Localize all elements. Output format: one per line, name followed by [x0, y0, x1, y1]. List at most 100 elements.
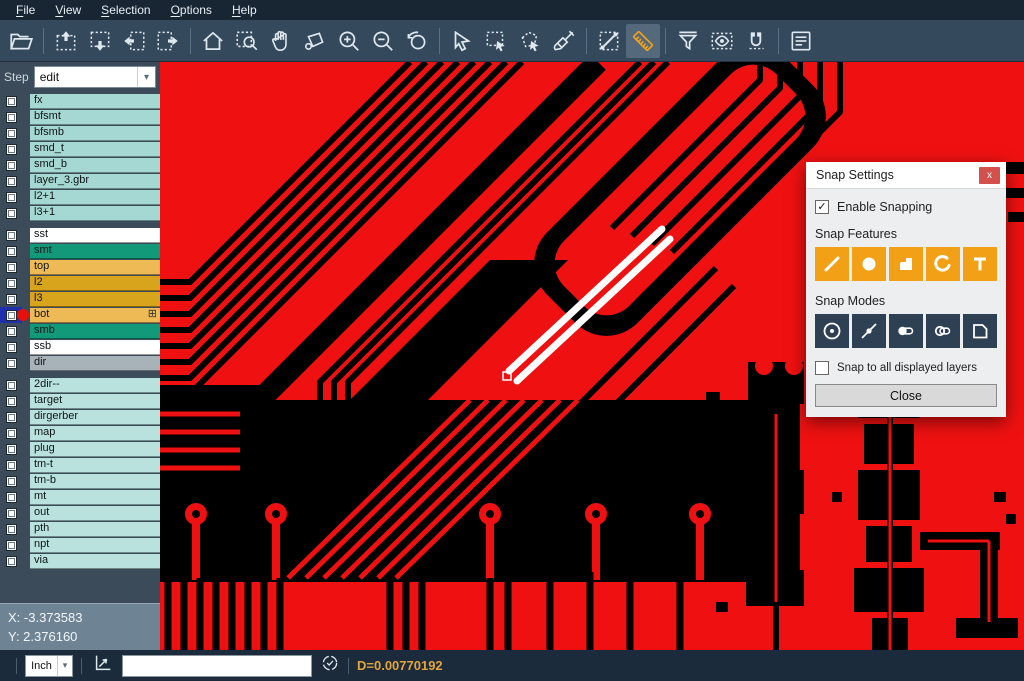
step-select[interactable]: edit ▾ — [34, 66, 156, 88]
layer-visibility-checkbox[interactable] — [0, 93, 22, 109]
layer-visibility-checkbox[interactable] — [0, 109, 22, 125]
snap-text-button[interactable] — [963, 247, 997, 281]
pan-down-button[interactable] — [83, 24, 117, 58]
zoom-in-button[interactable] — [332, 24, 366, 58]
layer-row-sst[interactable]: sst — [0, 227, 160, 243]
enable-snapping-checkbox[interactable]: ✓ — [815, 200, 829, 214]
zoom-polygon-button[interactable] — [298, 24, 332, 58]
layer-row-l3+1[interactable]: l3+1 — [0, 205, 160, 221]
layer-visibility-checkbox[interactable] — [0, 141, 22, 157]
unit-select[interactable]: Inch ▾ — [25, 655, 73, 677]
snap-center-button[interactable] — [815, 314, 849, 348]
snap-button[interactable] — [739, 24, 773, 58]
snap-circle-button[interactable] — [852, 247, 886, 281]
close-button[interactable]: Close — [815, 384, 997, 407]
zoom-window-button[interactable] — [230, 24, 264, 58]
layer-visibility-checkbox[interactable] — [0, 409, 22, 425]
measure-line-button[interactable] — [592, 24, 626, 58]
filter-button[interactable] — [671, 24, 705, 58]
layer-row-smb[interactable]: smb — [0, 323, 160, 339]
layer-visibility-checkbox[interactable] — [0, 227, 22, 243]
layer-row-plug[interactable]: plug — [0, 441, 160, 457]
report-button[interactable] — [784, 24, 818, 58]
menu-item-file[interactable]: File — [6, 1, 45, 19]
snap-midpoint-button[interactable] — [852, 314, 886, 348]
layer-visibility-checkbox[interactable] — [0, 441, 22, 457]
layer-row-l2+1[interactable]: l2+1 — [0, 189, 160, 205]
show-hide-button[interactable] — [705, 24, 739, 58]
layer-row-fx[interactable]: fx — [0, 93, 160, 109]
layer-row-smd_b[interactable]: smd_b — [0, 157, 160, 173]
menu-item-options[interactable]: Options — [161, 1, 222, 19]
open-button[interactable] — [4, 24, 38, 58]
layer-visibility-checkbox[interactable] — [0, 173, 22, 189]
layer-visibility-checkbox[interactable] — [0, 521, 22, 537]
snap-slot-outline-button[interactable] — [926, 314, 960, 348]
layer-visibility-checkbox[interactable] — [0, 355, 22, 371]
zoom-out-button[interactable] — [366, 24, 400, 58]
layer-visibility-checkbox[interactable] — [0, 291, 22, 307]
layer-row-l3[interactable]: l3 — [0, 291, 160, 307]
layer-row-mt[interactable]: mt — [0, 489, 160, 505]
layer-row-ssb[interactable]: ssb — [0, 339, 160, 355]
layer-visibility-checkbox[interactable] — [0, 157, 22, 173]
layer-row-top[interactable]: top — [0, 259, 160, 275]
close-icon[interactable]: x — [979, 167, 1000, 184]
layer-visibility-checkbox[interactable] — [0, 259, 22, 275]
layer-row-pth[interactable]: pth — [0, 521, 160, 537]
snap-all-layers-row[interactable]: Snap to all displayed layers — [815, 361, 997, 375]
layer-row-tm-t[interactable]: tm-t — [0, 457, 160, 473]
angle-corner-icon[interactable] — [92, 652, 114, 679]
layer-row-bot[interactable]: bot⊞ — [0, 307, 160, 323]
layer-row-smd_t[interactable]: smd_t — [0, 141, 160, 157]
snap-pad-button[interactable] — [889, 247, 923, 281]
pan-up-button[interactable] — [49, 24, 83, 58]
layer-visibility-checkbox[interactable] — [0, 189, 22, 205]
layer-visibility-checkbox[interactable] — [0, 425, 22, 441]
layer-row-out[interactable]: out — [0, 505, 160, 521]
layer-row-npt[interactable]: npt — [0, 537, 160, 553]
pan-left-button[interactable] — [117, 24, 151, 58]
layer-row-tm-b[interactable]: tm-b — [0, 473, 160, 489]
layer-visibility-checkbox[interactable] — [0, 275, 22, 291]
snap-corner-button[interactable] — [963, 314, 997, 348]
layer-visibility-checkbox[interactable] — [0, 489, 22, 505]
layer-row-2dir--[interactable]: 2dir-- — [0, 377, 160, 393]
layer-row-via[interactable]: via — [0, 553, 160, 569]
layer-row-bfsmt[interactable]: bfsmt — [0, 109, 160, 125]
enable-snapping-row[interactable]: ✓ Enable Snapping — [815, 200, 997, 214]
clean-brush-button[interactable] — [547, 24, 581, 58]
layer-visibility-checkbox[interactable] — [0, 473, 22, 489]
layer-row-layer_3.gbr[interactable]: layer_3.gbr — [0, 173, 160, 189]
layer-row-bfsmb[interactable]: bfsmb — [0, 125, 160, 141]
layer-visibility-checkbox[interactable] — [0, 457, 22, 473]
layer-visibility-checkbox[interactable] — [0, 323, 22, 339]
snap-arc-button[interactable] — [926, 247, 960, 281]
layer-row-l2[interactable]: l2 — [0, 275, 160, 291]
snap-all-layers-checkbox[interactable] — [815, 361, 829, 375]
ruler-button[interactable] — [626, 24, 660, 58]
layer-visibility-checkbox[interactable] — [0, 125, 22, 141]
layer-visibility-checkbox[interactable] — [0, 205, 22, 221]
home-button[interactable] — [196, 24, 230, 58]
snap-dialog-titlebar[interactable]: Snap Settings x — [806, 162, 1006, 189]
layer-visibility-checkbox[interactable] — [0, 553, 22, 569]
layer-visibility-checkbox[interactable] — [0, 339, 22, 355]
layer-visibility-checkbox[interactable] — [0, 393, 22, 409]
layer-row-map[interactable]: map — [0, 425, 160, 441]
layer-row-smt[interactable]: smt — [0, 243, 160, 259]
select-polygon-button[interactable] — [513, 24, 547, 58]
coordinate-input[interactable] — [122, 655, 312, 677]
menu-item-selection[interactable]: Selection — [91, 1, 160, 19]
layer-row-dirgerber[interactable]: dirgerber — [0, 409, 160, 425]
layer-row-target[interactable]: target — [0, 393, 160, 409]
pan-hand-button[interactable] — [264, 24, 298, 58]
layer-visibility-checkbox[interactable] — [0, 243, 22, 259]
layer-visibility-checkbox[interactable] — [0, 537, 22, 553]
select-arrow-button[interactable] — [445, 24, 479, 58]
snap-slot-filled-button[interactable] — [889, 314, 923, 348]
layer-visibility-checkbox[interactable] — [0, 505, 22, 521]
pan-right-button[interactable] — [151, 24, 185, 58]
select-window-button[interactable] — [479, 24, 513, 58]
menu-item-help[interactable]: Help — [222, 1, 267, 19]
